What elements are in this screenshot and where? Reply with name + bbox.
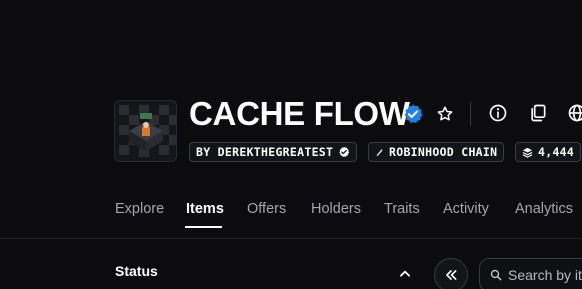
tabs-divider	[0, 238, 582, 239]
info-icon[interactable]	[486, 101, 510, 125]
chevron-up-icon[interactable]	[393, 262, 417, 286]
verified-badge-icon	[402, 103, 424, 125]
active-tab-indicator	[185, 226, 222, 228]
copy-icon[interactable]	[526, 101, 550, 125]
creator-verified-icon	[339, 146, 350, 157]
creator-chip[interactable]: BY DEREKTHEGREATEST	[189, 142, 358, 162]
chain-icon	[376, 148, 383, 156]
tab-holders[interactable]: Holders	[311, 201, 361, 217]
stack-icon	[522, 147, 533, 158]
search-box[interactable]	[479, 258, 582, 289]
collection-title: CACHE FLOW	[189, 95, 410, 132]
chain-label: ROBINHOOD CHAIN	[389, 145, 498, 159]
tab-analytics[interactable]: Analytics	[515, 201, 573, 217]
search-icon	[490, 269, 502, 281]
items-count-label: 4,444	[538, 145, 575, 159]
items-count-chip[interactable]: 4,444	[515, 142, 582, 162]
collapse-sidebar-button[interactable]	[434, 258, 468, 289]
star-icon[interactable]	[433, 102, 457, 126]
header-divider	[470, 102, 471, 126]
status-filter-label[interactable]: Status	[115, 263, 158, 279]
collection-thumbnail[interactable]	[114, 100, 177, 162]
collection-image	[115, 101, 176, 161]
search-input[interactable]	[508, 267, 582, 283]
chain-chip[interactable]: ROBINHOOD CHAIN	[368, 142, 505, 162]
tab-explore[interactable]: Explore	[115, 201, 164, 217]
tab-items[interactable]: Items	[186, 201, 224, 217]
tab-traits[interactable]: Traits	[384, 201, 420, 217]
creator-label: BY DEREKTHEGREATEST	[196, 145, 334, 159]
globe-icon[interactable]	[565, 101, 582, 125]
double-chevron-left-icon	[446, 270, 457, 280]
tab-offers[interactable]: Offers	[247, 201, 286, 217]
tab-activity[interactable]: Activity	[443, 201, 489, 217]
